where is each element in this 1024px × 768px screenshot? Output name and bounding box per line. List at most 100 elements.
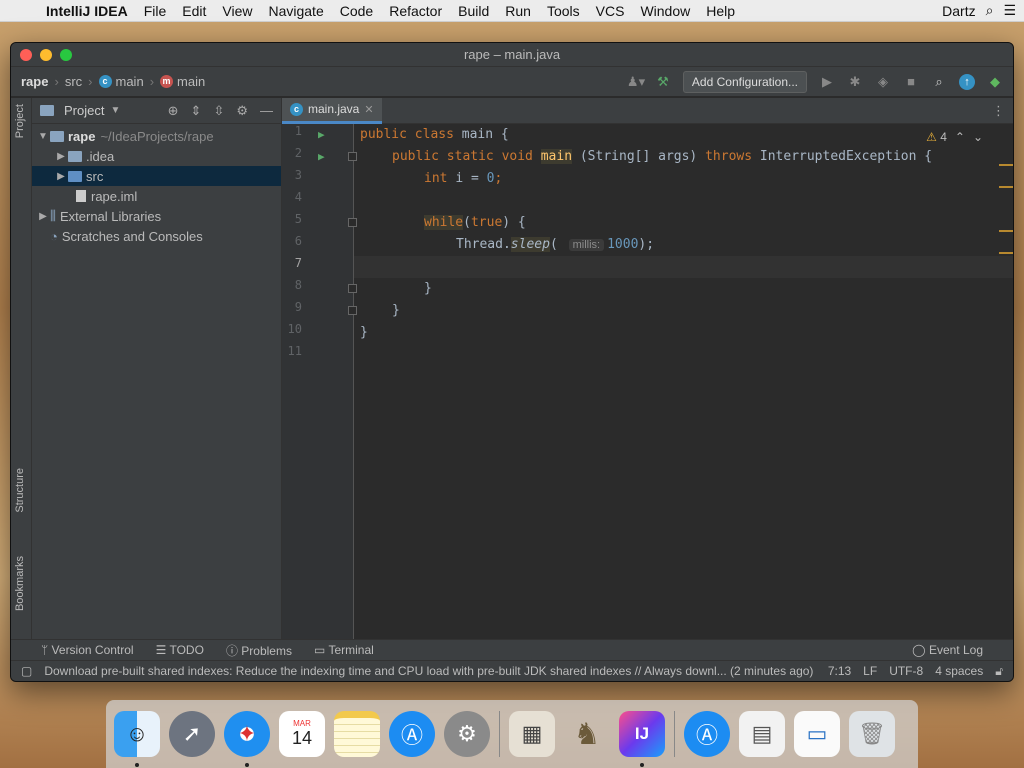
account-icon[interactable]: ♟▾ [627, 74, 645, 90]
file-encoding[interactable]: UTF-8 [889, 664, 923, 678]
dock-chess-icon[interactable]: ♞ [564, 711, 610, 757]
tool-terminal[interactable]: ▭ Terminal [314, 643, 374, 657]
tree-item-root[interactable]: ▼ rape ~/IdeaProjects/rape [32, 126, 281, 146]
menu-code[interactable]: Code [332, 3, 381, 19]
run-icon[interactable]: ▶ [819, 74, 835, 90]
code-token: public static void [392, 149, 541, 164]
tool-label: Version Control [51, 643, 134, 657]
menu-run[interactable]: Run [497, 3, 539, 19]
tool-tab-structure[interactable]: Structure [14, 468, 26, 513]
chevron-right-icon[interactable]: ▶ [54, 171, 68, 182]
tree-item-idea[interactable]: ▶ .idea [32, 146, 281, 166]
line-separator[interactable]: LF [863, 664, 877, 678]
tool-todo[interactable]: ☰ TODO [156, 643, 204, 657]
breadcrumb-src[interactable]: src [65, 74, 82, 89]
add-configuration-button[interactable]: Add Configuration... [682, 70, 807, 93]
run-gutter-icon[interactable]: ▶ [318, 128, 325, 141]
menu-app-name[interactable]: IntelliJ IDEA [38, 3, 136, 19]
plugin-logo-icon[interactable]: ◆ [987, 74, 1003, 90]
tree-item-iml[interactable]: rape.iml [32, 186, 281, 206]
code-line: while(true) { [424, 212, 526, 234]
caret-position[interactable]: 7:13 [828, 664, 851, 678]
lock-icon[interactable]: 🔓︎ [995, 664, 1003, 679]
menu-file[interactable]: File [136, 3, 175, 19]
spotlight-search-icon[interactable]: ⌕ [986, 2, 994, 19]
dock-notes-icon[interactable] [334, 711, 380, 757]
status-message[interactable]: Download pre-built shared indexes: Reduc… [44, 664, 815, 678]
warning-stripe-marker[interactable] [999, 230, 1013, 232]
menu-tools[interactable]: Tools [539, 3, 588, 19]
dock-intellij-icon[interactable]: IJ [619, 711, 665, 767]
close-tab-icon[interactable]: ✕ [364, 103, 373, 116]
stop-icon[interactable]: ■ [903, 74, 919, 89]
menu-edit[interactable]: Edit [174, 3, 214, 19]
menu-user[interactable]: Dartz [942, 3, 975, 19]
tool-tab-bookmarks[interactable]: Bookmarks [14, 556, 26, 611]
close-window-button[interactable] [20, 48, 32, 61]
debug-icon[interactable]: ✱ [847, 74, 863, 90]
gear-icon[interactable]: ⚙ [236, 103, 248, 119]
running-indicator [245, 763, 249, 767]
tree-item-label: src [86, 168, 104, 184]
breadcrumb-method[interactable]: m main [160, 74, 205, 89]
toggle-tool-windows-icon[interactable]: ▢ [21, 664, 32, 678]
hide-panel-icon[interactable]: — [260, 103, 273, 119]
tool-tab-project[interactable]: Project [14, 104, 26, 138]
run-gutter-icon[interactable]: ▶ [318, 150, 325, 163]
chevron-up-icon[interactable]: ⌃ [955, 130, 965, 144]
dock-calendar-icon[interactable]: MAR 14 [279, 711, 325, 757]
breadcrumb-project[interactable]: rape [21, 74, 48, 89]
dock-safari-icon[interactable]: ✦ [224, 711, 270, 767]
zoom-window-button[interactable] [60, 48, 72, 61]
tool-event-log[interactable]: ◯ Event Log [912, 643, 983, 657]
minimize-window-button[interactable] [40, 48, 52, 61]
chevron-right-icon[interactable]: ▶ [36, 211, 50, 222]
menu-view[interactable]: View [214, 3, 260, 19]
build-hammer-icon[interactable]: ⚒ [655, 74, 671, 90]
menu-refactor[interactable]: Refactor [381, 3, 450, 19]
dock-app-store-downloads-icon[interactable]: Ⓐ [684, 711, 730, 757]
dock-finder-icon[interactable]: ☺ [114, 711, 160, 767]
tool-problems[interactable]: ⓘ Problems [226, 642, 292, 659]
breadcrumb-package[interactable]: c main [98, 74, 144, 89]
chevron-down-icon[interactable]: ⌄ [973, 130, 983, 144]
dock-launchpad-icon[interactable]: ➚ [169, 711, 215, 757]
chevron-right-icon[interactable]: ▶ [54, 151, 68, 162]
dock-calculator-icon[interactable]: ▦ [509, 711, 555, 757]
more-options-icon[interactable]: ⋮ [992, 103, 1005, 119]
calendar-day: 14 [291, 728, 313, 748]
dock-app-store-icon[interactable]: Ⓐ [389, 711, 435, 757]
dock-system-preferences-icon[interactable]: ⚙ [444, 711, 490, 757]
tree-item-external-libraries[interactable]: ▶ ⫼ External Libraries [32, 206, 281, 226]
dock-trash-icon[interactable]: 🗑︎ [849, 711, 895, 757]
chevron-down-icon[interactable]: ▼ [110, 105, 120, 116]
collapse-all-icon[interactable]: ⇳ [213, 103, 224, 119]
tree-item-src[interactable]: ▶ src [32, 166, 281, 186]
expand-all-icon[interactable]: ⇕ [191, 103, 202, 119]
locate-icon[interactable]: ⊕ [168, 103, 179, 119]
warning-stripe-marker[interactable] [999, 164, 1013, 166]
tree-item-scratches[interactable]: ◔ Scratches and Consoles [32, 226, 281, 246]
inspection-widget[interactable]: ⚠ 4 ⌃ ⌄ [926, 130, 983, 144]
menu-help[interactable]: Help [698, 3, 743, 19]
warning-counter[interactable]: ⚠ 4 [926, 130, 947, 144]
indent-setting[interactable]: 4 spaces [935, 664, 983, 678]
coverage-icon[interactable]: ◈ [875, 74, 891, 90]
editor-tab-main-java[interactable]: c main.java ✕ [282, 97, 382, 124]
line-number: 8 [294, 278, 302, 292]
menu-build[interactable]: Build [450, 3, 497, 19]
tool-version-control[interactable]: ᛘ Version Control [41, 643, 134, 657]
search-everywhere-icon[interactable]: ⌕ [931, 74, 947, 90]
menu-vcs[interactable]: VCS [588, 3, 633, 19]
update-icon[interactable]: ↑ [959, 73, 975, 90]
dock-screenshot-icon[interactable]: ▭ [794, 711, 840, 757]
control-center-icon[interactable]: ☰ [1003, 2, 1016, 19]
dock-document-icon[interactable]: ▤ [739, 711, 785, 757]
warning-stripe-marker[interactable] [999, 186, 1013, 188]
menu-navigate[interactable]: Navigate [260, 3, 331, 19]
code-editor[interactable]: public class main { public static void m… [354, 124, 1013, 639]
chevron-down-icon[interactable]: ▼ [36, 131, 50, 142]
menu-window[interactable]: Window [632, 3, 698, 19]
warning-stripe-marker[interactable] [999, 252, 1013, 254]
project-panel-title[interactable]: Project [64, 103, 104, 118]
